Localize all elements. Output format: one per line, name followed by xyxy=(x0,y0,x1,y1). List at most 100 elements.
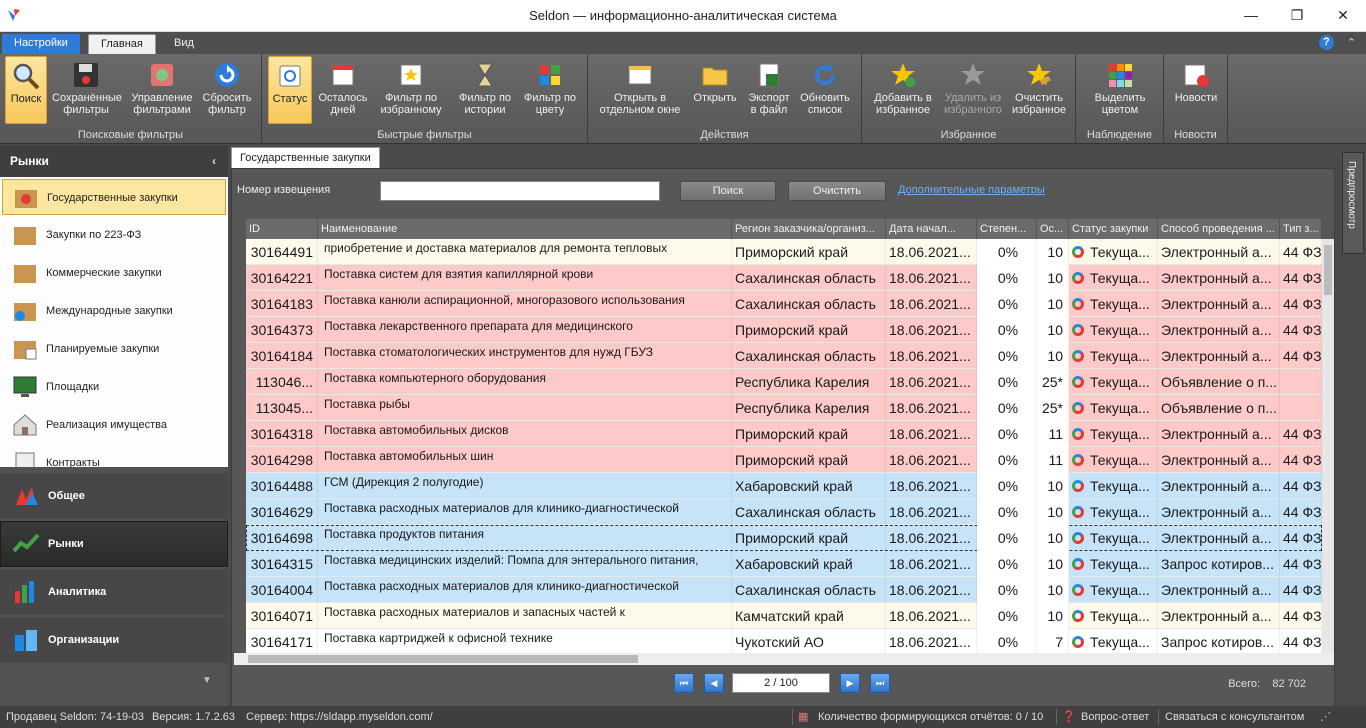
sidebar-item-contracts[interactable]: Контракты xyxy=(2,445,226,467)
section-markets[interactable]: Рынки xyxy=(0,521,228,567)
section-organizations[interactable]: Организации xyxy=(0,617,228,663)
cell-name: Поставка рыбы xyxy=(318,395,732,421)
sidebar-item-223fz[interactable]: Закупки по 223-ФЗ xyxy=(2,217,226,253)
minimize-button[interactable]: — xyxy=(1228,0,1274,30)
first-page-icon[interactable]: ⏮ xyxy=(674,673,694,693)
more-sections-icon[interactable]: ▼ xyxy=(202,675,212,686)
sidebar-item-property[interactable]: Реализация имущества xyxy=(2,407,226,443)
cell-date: 18.06.2021... xyxy=(886,551,977,577)
add-favorite-button[interactable]: Добавить в избранное xyxy=(868,56,938,124)
news-button[interactable]: Новости xyxy=(1170,56,1222,124)
section-general[interactable]: Общее xyxy=(0,473,228,519)
cell-name: Поставка стоматологических инструментов … xyxy=(318,343,732,369)
sidebar-item-international[interactable]: Международные закупки xyxy=(2,293,226,329)
tab-main[interactable]: Главная xyxy=(88,34,156,54)
clear-button[interactable]: Очистить xyxy=(788,181,886,201)
help-icon[interactable]: ? xyxy=(1319,35,1334,50)
section-analytics[interactable]: Аналитика xyxy=(0,569,228,615)
table-row[interactable]: 30164315 Поставка медицинских изделий: По… xyxy=(246,551,1322,577)
table-row[interactable]: 30164004 Поставка расходных материалов дл… xyxy=(246,577,1322,603)
tab-settings[interactable]: Настройки xyxy=(2,34,80,54)
cell-method: Электронный а... xyxy=(1158,421,1280,447)
table-row[interactable]: 30164698 Поставка продуктов питания Примор… xyxy=(246,525,1322,551)
column-header-days[interactable]: Ос... xyxy=(1037,219,1069,239)
column-header-law[interactable]: Тип з... xyxy=(1280,219,1322,239)
sidebar-item-planned[interactable]: Планируемые закупки xyxy=(2,331,226,367)
cell-date: 18.06.2021... xyxy=(886,395,977,421)
open-new-window-button[interactable]: Открыть в отдельном окне xyxy=(596,56,684,124)
table-row[interactable]: 30164298 Поставка автомобильных шин Примор… xyxy=(246,447,1322,473)
tab-gov-purchases[interactable]: Государственные закупки xyxy=(231,147,380,169)
cell-law: 44 ФЗ xyxy=(1280,577,1322,603)
column-header-id[interactable]: ID xyxy=(246,219,318,239)
horizontal-scroll-thumb[interactable] xyxy=(248,655,638,663)
table-row[interactable]: 30164629 Поставка расходных материалов дл… xyxy=(246,499,1322,525)
table-row[interactable]: 30164491 приобретение и доставка материал… xyxy=(246,239,1322,265)
table-row[interactable]: 30164183 Поставка канюли аспирационной, м… xyxy=(246,291,1322,317)
open-button[interactable]: Открыть xyxy=(688,56,742,124)
advanced-params-link[interactable]: Дополнительные параметры xyxy=(898,184,1045,196)
sidebar-item-commercial[interactable]: Коммерческие закупки xyxy=(2,255,226,291)
sidebar-item-platforms[interactable]: Площадки xyxy=(2,369,226,405)
manage-filters-button[interactable]: Управление фильтрами xyxy=(127,56,197,124)
cell-date: 18.06.2021... xyxy=(886,629,977,653)
reset-filter-button[interactable]: Сбросить фильтр xyxy=(198,56,256,124)
status-filter-button[interactable]: Статус xyxy=(268,56,312,124)
column-header-status[interactable]: Статус закупки xyxy=(1069,219,1158,239)
favorites-filter-button[interactable]: Фильтр по избранному xyxy=(374,56,448,124)
preview-panel-toggle[interactable]: Предпросмотр xyxy=(1342,152,1364,254)
export-file-button[interactable]: Экспорт в файл xyxy=(744,56,794,124)
tab-view[interactable]: Вид xyxy=(162,34,206,54)
search-button[interactable]: Поиск xyxy=(5,56,47,124)
color-filter-button[interactable]: Фильтр по цвету xyxy=(520,56,580,124)
column-header-pct[interactable]: Степен... xyxy=(977,219,1037,239)
column-header-name[interactable]: Наименование xyxy=(318,219,732,239)
table-row[interactable]: 30164071 Поставка расходных материалов и … xyxy=(246,603,1322,629)
horizontal-scrollbar[interactable] xyxy=(234,653,1334,665)
search-submit-button[interactable]: Поиск xyxy=(680,181,776,201)
contact-consultant-link[interactable]: Связаться с консультантом xyxy=(1165,706,1304,728)
page-indicator[interactable]: 2 / 100 xyxy=(732,673,830,693)
last-page-icon[interactable]: ⏭ xyxy=(870,673,890,693)
days-left-filter-button[interactable]: Осталось дней xyxy=(315,56,371,124)
table-row[interactable]: 113045... Поставка рыбы Республика Карелия… xyxy=(246,395,1322,421)
highlight-color-button[interactable]: Выделить цветом xyxy=(1084,56,1156,124)
table-row[interactable]: 30164488 ГСМ (Дирекция 2 полугодие) Хабаро… xyxy=(246,473,1322,499)
cell-date: 18.06.2021... xyxy=(886,499,977,525)
qa-link[interactable]: Вопрос-ответ xyxy=(1081,706,1149,728)
maximize-button[interactable]: ❐ xyxy=(1274,0,1320,30)
cell-method: Электронный а... xyxy=(1158,525,1280,551)
cell-law: 44 ФЗ xyxy=(1280,239,1322,265)
saved-filters-button[interactable]: Сохранённые фильтры xyxy=(50,56,122,124)
column-header-date[interactable]: Дата начал... xyxy=(886,219,977,239)
clear-favorites-button[interactable]: Очистить избранное xyxy=(1008,56,1070,124)
cell-method: Электронный а... xyxy=(1158,577,1280,603)
main-panel: Номер извещения Поиск Очистить Дополните… xyxy=(231,168,1335,708)
history-filter-button[interactable]: Фильтр по истории xyxy=(452,56,518,124)
next-page-icon[interactable]: ▶ xyxy=(840,673,860,693)
column-header-region[interactable]: Регион заказчика/организ... xyxy=(732,219,886,239)
table-row[interactable]: 30164171 Поставка картриджей к офисной те… xyxy=(246,629,1322,653)
table-row[interactable]: 30164221 Поставка систем для взятия капил… xyxy=(246,265,1322,291)
table-row[interactable]: 30164373 Поставка лекарственного препарат… xyxy=(246,317,1322,343)
column-header-method[interactable]: Способ проведения ... xyxy=(1158,219,1280,239)
prev-page-icon[interactable]: ◀ xyxy=(704,673,724,693)
vertical-scroll-thumb[interactable] xyxy=(1324,245,1332,295)
notice-number-input[interactable] xyxy=(380,181,660,201)
remove-favorite-button[interactable]: Удалить из избранного xyxy=(940,56,1006,124)
refresh-list-button[interactable]: Обновить список xyxy=(796,56,854,124)
question-icon[interactable]: ❓ xyxy=(1062,706,1076,728)
table-row[interactable]: 113046... Поставка компьютерного оборудов… xyxy=(246,369,1322,395)
collapse-sidebar-icon[interactable]: ‹ xyxy=(212,145,216,177)
collapse-ribbon-icon[interactable]: ⌃ xyxy=(1347,36,1356,49)
table-row[interactable]: 30164318 Поставка автомобильных дисков При… xyxy=(246,421,1322,447)
close-button[interactable]: ✕ xyxy=(1320,0,1366,30)
table-row[interactable]: 30164184 Поставка стоматологических инстр… xyxy=(246,343,1322,369)
vertical-scrollbar[interactable] xyxy=(1322,239,1334,653)
resize-grip-icon[interactable]: ⋰ xyxy=(1320,706,1331,728)
cell-id: 30164171 xyxy=(246,629,318,653)
markets-chart-icon xyxy=(12,533,40,553)
status-icon xyxy=(279,65,301,87)
cell-pct: 0% xyxy=(977,473,1037,499)
sidebar-item-gov-purchases[interactable]: Государственные закупки xyxy=(2,179,226,215)
